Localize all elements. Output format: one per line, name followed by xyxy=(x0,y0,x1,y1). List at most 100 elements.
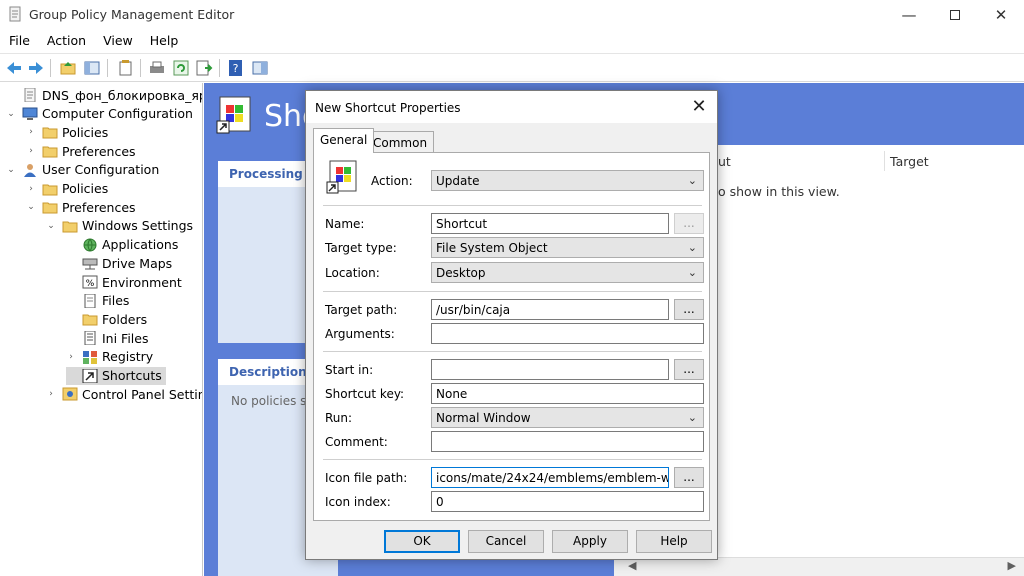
menu-action[interactable]: Action xyxy=(38,30,94,52)
chevron-down-icon: ⌄ xyxy=(687,411,697,424)
show-hide-action-pane-icon[interactable] xyxy=(251,59,269,77)
chevron-right-icon[interactable]: › xyxy=(26,146,36,156)
menu-help[interactable]: Help xyxy=(141,30,187,52)
start-in-field[interactable] xyxy=(431,359,669,380)
tree-item-label: Drive Maps xyxy=(102,255,173,271)
target-type-label: Target type: xyxy=(325,241,397,255)
user-icon xyxy=(22,163,38,177)
applications-globe-icon xyxy=(82,238,98,252)
tree-item[interactable]: › Policies xyxy=(26,180,108,198)
show-hide-tree-icon[interactable] xyxy=(83,59,101,77)
new-shortcut-properties-dialog: New Shortcut Properties ✕ General Common… xyxy=(305,90,718,560)
tab-general[interactable]: General xyxy=(313,128,375,153)
dialog-close-button[interactable]: ✕ xyxy=(687,95,711,119)
chevron-down-icon[interactable]: ⌄ xyxy=(6,165,16,175)
tree-item-label: Applications xyxy=(102,237,179,253)
tree-item[interactable]: Applications xyxy=(66,236,178,254)
tree-item[interactable]: › Control Panel Settings xyxy=(46,385,202,403)
scroll-left-icon[interactable]: ◀ xyxy=(628,559,636,572)
control-panel-icon xyxy=(62,387,78,401)
export-list-icon[interactable] xyxy=(195,59,213,77)
tree-item[interactable]: Ini Files xyxy=(66,329,148,347)
target-type-value: File System Object xyxy=(436,241,548,255)
scroll-right-icon[interactable]: ▶ xyxy=(1008,559,1016,572)
minimize-button[interactable]: — xyxy=(886,0,932,29)
chevron-right-icon[interactable]: › xyxy=(26,127,36,137)
tree-item[interactable]: Shortcuts xyxy=(66,366,166,385)
target-path-field[interactable]: /usr/bin/caja xyxy=(431,299,669,320)
tree-item-label: Environment xyxy=(102,274,182,290)
chevron-down-icon[interactable]: ⌄ xyxy=(6,109,16,119)
help-icon[interactable]: ? xyxy=(227,59,245,77)
location-value: Desktop xyxy=(436,266,486,280)
chevron-right-icon[interactable]: › xyxy=(46,389,56,399)
location-dropdown[interactable]: Desktop ⌄ xyxy=(431,262,704,283)
tree-item[interactable]: Folders xyxy=(66,310,147,328)
toolbar: ? xyxy=(0,53,1024,82)
target-path-browse-button[interactable]: ... xyxy=(674,299,704,320)
icon-index-field[interactable]: 0 xyxy=(431,491,704,512)
tree-item-label: Computer Configuration xyxy=(42,106,193,122)
ini-files-icon xyxy=(82,330,98,346)
up-folder-icon[interactable] xyxy=(59,59,77,77)
tree-item[interactable]: DNS_фон_блокировка_ярлык xyxy=(6,86,202,104)
refresh-icon[interactable] xyxy=(172,59,190,77)
cancel-button[interactable]: Cancel xyxy=(468,530,544,553)
menu-bar: File Action View Help xyxy=(0,30,1024,52)
tree-item[interactable]: Drive Maps xyxy=(66,254,172,272)
icon-file-path-browse-button[interactable]: ... xyxy=(674,467,704,488)
tree-item-label: Preferences xyxy=(62,143,136,159)
comment-field[interactable] xyxy=(431,431,704,452)
tree-item[interactable]: › Registry xyxy=(66,348,153,366)
column-header-name[interactable]: ut xyxy=(718,154,731,169)
tree-item-label: User Configuration xyxy=(42,162,160,178)
comment-label: Comment: xyxy=(325,435,388,449)
tree-item-label: DNS_фон_блокировка_ярлык xyxy=(42,87,202,103)
drive-maps-icon xyxy=(82,256,98,270)
tree-item[interactable]: ⌄ Preferences xyxy=(26,198,135,216)
tree-item[interactable]: Files xyxy=(66,292,129,310)
tree-item-label: Control Panel Settings xyxy=(82,386,202,402)
tab-common[interactable]: Common xyxy=(366,131,435,153)
start-in-browse-button[interactable]: ... xyxy=(674,359,704,380)
chevron-right-icon[interactable]: › xyxy=(26,184,36,194)
chevron-right-icon[interactable]: › xyxy=(66,352,76,362)
gpo-scroll-icon xyxy=(22,87,38,103)
back-arrow-icon[interactable] xyxy=(5,59,23,77)
run-dropdown[interactable]: Normal Window ⌄ xyxy=(431,407,704,428)
chevron-down-icon[interactable]: ⌄ xyxy=(26,202,36,212)
chevron-down-icon: ⌄ xyxy=(687,174,697,187)
name-browse-button[interactable]: ... xyxy=(674,213,704,234)
print-icon[interactable] xyxy=(148,59,166,77)
name-field[interactable]: Shortcut xyxy=(431,213,669,234)
arguments-field[interactable] xyxy=(431,323,704,344)
tree-item[interactable]: ⌄ User Configuration xyxy=(6,161,159,179)
chevron-down-icon[interactable]: ⌄ xyxy=(46,221,56,231)
menu-view[interactable]: View xyxy=(94,30,141,52)
action-dropdown[interactable]: Update ⌄ xyxy=(431,170,704,191)
help-button[interactable]: Help xyxy=(636,530,712,553)
tree-item-label: Ini Files xyxy=(102,330,149,346)
tree-item[interactable]: ⌄ Computer Configuration xyxy=(6,105,193,123)
properties-icon[interactable] xyxy=(116,59,134,77)
computer-icon xyxy=(22,107,38,121)
shortcut-action-icon xyxy=(326,160,357,194)
tree-item[interactable]: % Environment xyxy=(66,273,182,291)
dialog-titlebar: New Shortcut Properties ✕ xyxy=(306,91,717,123)
forward-arrow-icon[interactable] xyxy=(27,59,45,77)
tree-item[interactable]: › Policies xyxy=(26,123,108,141)
column-header-target[interactable]: Target xyxy=(890,154,929,169)
close-icon: ✕ xyxy=(691,96,707,117)
icon-file-path-field[interactable]: icons/mate/24x24/emblems/emblem-web.png xyxy=(431,467,669,488)
target-type-dropdown[interactable]: File System Object ⌄ xyxy=(431,237,704,258)
ok-button[interactable]: OK xyxy=(384,530,460,553)
tree-item[interactable]: ⌄ Windows Settings xyxy=(46,217,193,235)
maximize-button[interactable] xyxy=(932,0,978,29)
apply-button[interactable]: Apply xyxy=(552,530,628,553)
menu-file[interactable]: File xyxy=(0,30,38,52)
tree-item[interactable]: › Preferences xyxy=(26,142,136,160)
close-window-button[interactable]: ✕ xyxy=(978,0,1024,29)
icon-index-label: Icon index: xyxy=(325,495,391,509)
svg-text:?: ? xyxy=(233,62,239,75)
shortcut-key-field[interactable]: None xyxy=(431,383,704,404)
